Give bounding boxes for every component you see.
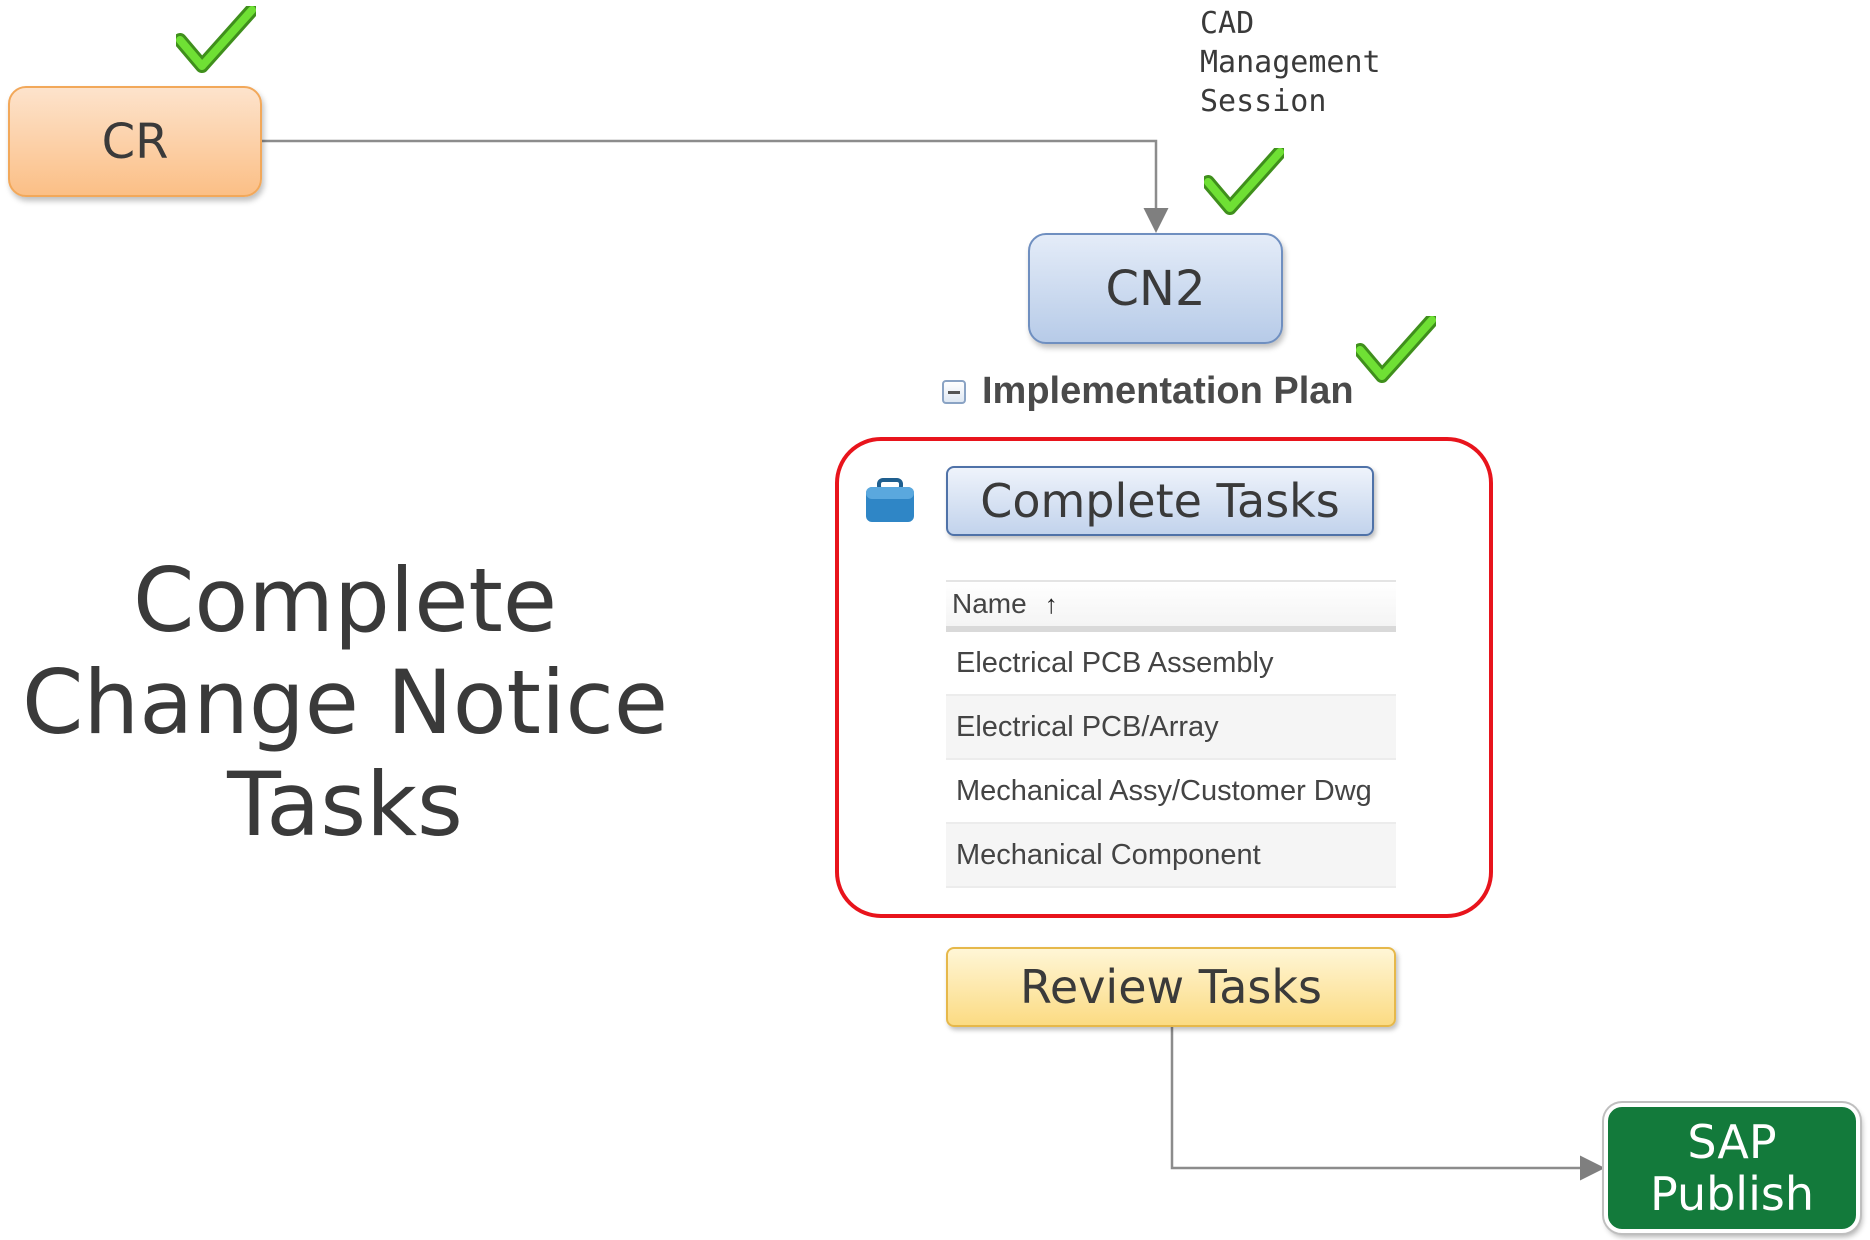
name-column-label: Name xyxy=(952,588,1027,619)
slide-title: Complete Change Notice Tasks xyxy=(21,549,669,856)
check-icon xyxy=(176,6,256,73)
cad-management-session-label: CAD Management Session xyxy=(1200,6,1381,119)
table-row[interactable]: Mechanical Component xyxy=(946,824,1396,888)
sort-ascending-icon[interactable]: ↑ xyxy=(1045,589,1058,620)
table-row[interactable]: Mechanical Assy/Customer Dwg xyxy=(946,760,1396,824)
table-row[interactable]: Electrical PCB/Array xyxy=(946,696,1396,760)
review-to-sap-connector xyxy=(1170,1027,1605,1181)
table-row[interactable]: Electrical PCB Assembly xyxy=(946,632,1396,696)
briefcase-icon xyxy=(866,478,914,522)
implementation-plan-label: Implementation Plan xyxy=(982,370,1354,412)
implementation-plan-header[interactable]: Implementation Plan xyxy=(942,370,1354,413)
review-tasks-node[interactable]: Review Tasks xyxy=(946,947,1396,1027)
collapse-icon[interactable] xyxy=(942,379,966,404)
check-icon xyxy=(1204,148,1284,215)
check-icon xyxy=(1356,316,1436,383)
cn2-node[interactable]: CN2 xyxy=(1028,233,1283,344)
sap-publish-node[interactable]: SAP Publish xyxy=(1604,1103,1860,1233)
name-column-header[interactable]: Name ↑ xyxy=(946,580,1396,632)
task-table: Name ↑ Electrical PCB Assembly Electrica… xyxy=(946,580,1396,888)
cr-to-cn2-connector xyxy=(262,139,1169,233)
complete-tasks-button[interactable]: Complete Tasks xyxy=(946,466,1374,536)
cr-node[interactable]: CR xyxy=(8,86,262,197)
